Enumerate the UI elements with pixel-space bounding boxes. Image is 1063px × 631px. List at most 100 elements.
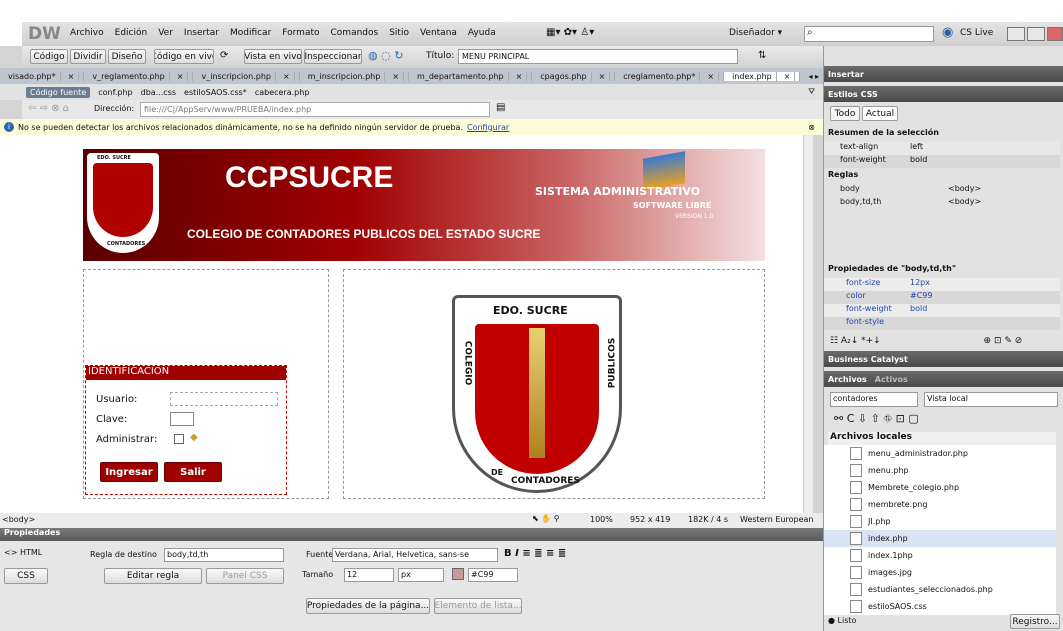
unit-select[interactable]: px — [398, 568, 444, 582]
workspace-switcher[interactable]: Diseñador ▾ — [729, 28, 782, 38]
html-mode[interactable]: <> HTML — [4, 548, 42, 557]
document-tab[interactable]: m_inscripcion.php × — [300, 71, 410, 81]
minimize-button[interactable] — [1007, 27, 1025, 41]
address-input[interactable]: file:///C|/AppServ/www/PRUEBA/index.php — [140, 102, 490, 117]
close-button[interactable] — [1047, 27, 1063, 41]
related-file[interactable]: dba...css — [141, 88, 176, 97]
property-row[interactable]: color #C99 — [824, 291, 1060, 304]
salir-button[interactable]: Salir — [164, 462, 222, 482]
edit-rule-button[interactable]: Editar regla — [104, 568, 202, 584]
tab-close-icon[interactable]: × — [594, 71, 611, 81]
file-item[interactable]: index.php — [824, 530, 1056, 547]
document-tab[interactable]: v_inscripcion.php × — [193, 71, 300, 81]
document-tab[interactable]: index.php × — [724, 71, 801, 81]
related-file[interactable]: estiloSAOS.css* — [184, 88, 247, 97]
document-tab[interactable]: m_departamento.php × — [409, 71, 533, 81]
document-tab[interactable]: visado.php* × — [0, 71, 85, 81]
file-item[interactable]: images.jpg — [824, 564, 1056, 581]
tag-selector[interactable]: <body> — [2, 515, 35, 524]
browser-icon[interactable]: ◍ ◌ ↻ — [368, 49, 403, 62]
admin-checkbox[interactable] — [174, 434, 184, 444]
rule-row[interactable]: body <body> — [824, 184, 1060, 197]
css-panel-button[interactable]: Panel CSS — [206, 568, 284, 584]
tab-close-icon[interactable]: × — [511, 71, 528, 81]
layout-icon[interactable]: ▦▾ ✿▾ ♙▾ — [546, 27, 594, 38]
browser-list-icon[interactable]: ▤ — [496, 102, 505, 113]
nav-icons[interactable]: ⇦ ⇨ ⊗ ⌂ — [28, 103, 69, 114]
menu-item[interactable]: Modificar — [230, 28, 271, 38]
user-input[interactable] — [170, 392, 278, 406]
split-view-button[interactable]: Dividir — [70, 49, 106, 64]
file-item[interactable]: membrete.png — [824, 496, 1056, 513]
info-close-icon[interactable]: ⊗ — [808, 123, 815, 132]
tab-close-icon[interactable]: × — [703, 71, 720, 81]
design-view-button[interactable]: Diseño — [108, 49, 146, 64]
tab-close-icon[interactable]: × — [63, 71, 80, 81]
log-button[interactable]: Registro... — [1010, 614, 1060, 629]
menu-item[interactable]: Ayuda — [468, 28, 496, 38]
window-size[interactable]: 952 x 419 — [630, 515, 670, 524]
file-item[interactable]: JI.php — [824, 513, 1056, 530]
document-tab[interactable]: v_reglamento.php × — [84, 71, 194, 81]
css-panel-header[interactable]: Estilos CSS — [824, 86, 1063, 102]
filter-icon[interactable]: ⛛ — [808, 87, 815, 97]
title-input[interactable]: MENU PRINCIPAL — [458, 49, 738, 64]
menu-item[interactable]: Ventana — [420, 28, 457, 38]
css-toolbar-icons[interactable]: ☷ A₂↓ *+↓ ⊕ ⊡ ✎ ⊘ — [830, 336, 1022, 346]
menu-item[interactable]: Formato — [282, 28, 319, 38]
files-toolbar-icons[interactable]: ⚯ C ⇩ ⇧ ⛗ ⊡ ▢ — [834, 412, 919, 426]
menu-item[interactable]: Archivo — [70, 28, 104, 38]
related-file[interactable]: cabecera.php — [255, 88, 310, 97]
menu-item[interactable]: Sitio — [389, 28, 409, 38]
list-item-button[interactable]: Elemento de lista... — [434, 598, 522, 614]
css-mode-button[interactable]: CSS — [4, 568, 48, 584]
source-code-button[interactable]: Código fuente — [26, 86, 91, 98]
color-input[interactable]: #C99 — [468, 568, 518, 582]
tab-close-icon[interactable]: × — [172, 71, 189, 81]
size-select[interactable]: 12 — [344, 568, 394, 582]
files-tab[interactable]: Archivos — [828, 375, 867, 384]
ingresar-button[interactable]: Ingresar — [100, 462, 158, 482]
file-item[interactable]: menu.php — [824, 462, 1056, 479]
file-item[interactable]: menu_administrador.php — [824, 445, 1056, 462]
todo-tab[interactable]: Todo — [830, 106, 860, 121]
tab-close-icon[interactable]: × — [779, 71, 796, 81]
format-icons[interactable]: B I ≡ ≣ ≡ ≣ — [504, 548, 566, 559]
live-code-button[interactable]: Código en vivo — [154, 49, 214, 64]
maximize-button[interactable] — [1027, 27, 1045, 41]
actual-tab[interactable]: Actual — [862, 106, 898, 121]
live-view-button[interactable]: Vista en vivo — [244, 49, 302, 64]
assets-tab[interactable]: Activos — [875, 375, 908, 384]
site-select[interactable]: contadores — [830, 392, 918, 407]
target-rule-select[interactable]: body,td,th — [164, 548, 284, 562]
menu-item[interactable]: Ver — [158, 28, 173, 38]
view-select[interactable]: Vista local — [924, 392, 1058, 407]
refresh-icon[interactable]: ⟳ — [220, 50, 228, 61]
menu-item[interactable]: Insertar — [184, 28, 219, 38]
design-canvas[interactable]: EDO. SUCRE CONTADORES CCPSUCRE COLEGIO D… — [0, 135, 813, 513]
configure-link[interactable]: Configurar — [467, 123, 509, 132]
file-item[interactable]: index.1php — [824, 547, 1056, 564]
menu-item[interactable]: Comandos — [331, 28, 379, 38]
page-properties-button[interactable]: Propiedades de la página... — [306, 598, 430, 614]
property-row[interactable]: font-size 12px — [824, 278, 1060, 291]
tab-close-icon[interactable]: × — [279, 71, 295, 81]
document-tab[interactable]: cpagos.php × — [532, 71, 616, 81]
property-row[interactable]: font-weight bold — [824, 304, 1060, 317]
files-header[interactable]: Archivos Activos — [824, 371, 1063, 387]
tabs-scroll-icon[interactable]: ◂ ▸ — [804, 72, 823, 81]
file-item[interactable]: estiloSAOS.css — [824, 598, 1056, 615]
rule-row[interactable]: body,td,th <body> — [824, 197, 1060, 210]
file-management-icon[interactable]: ⇅ — [758, 50, 766, 61]
insert-panel-header[interactable]: Insertar — [824, 66, 1063, 82]
file-item[interactable]: Membrete_colegio.php — [824, 479, 1056, 496]
vertical-scrollbar[interactable] — [803, 135, 813, 513]
code-view-button[interactable]: Código — [30, 49, 68, 64]
pass-input[interactable] — [170, 412, 194, 426]
inspect-button[interactable]: Inspeccionar — [304, 49, 362, 64]
menu-item[interactable]: Edición — [115, 28, 148, 38]
cslive-label[interactable]: CS Live — [960, 28, 993, 38]
font-select[interactable]: Verdana, Arial, Helvetica, sans-se — [332, 548, 498, 562]
tab-close-icon[interactable]: × — [388, 71, 405, 81]
zoom-select[interactable]: 100% — [590, 515, 613, 524]
